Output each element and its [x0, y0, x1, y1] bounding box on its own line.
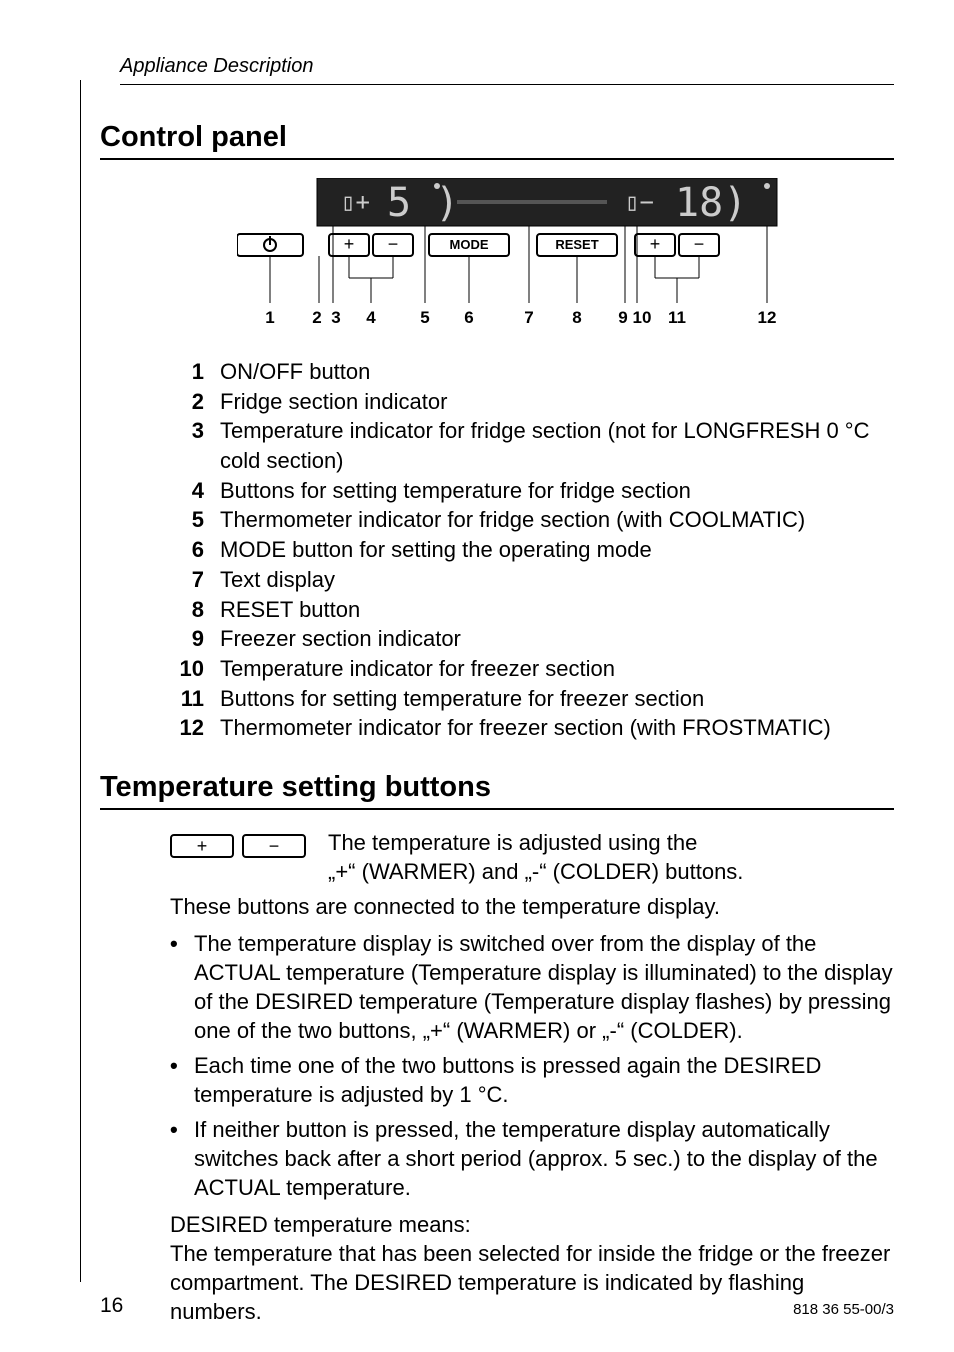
svg-text:−: − — [388, 234, 399, 254]
svg-text:10: 10 — [633, 308, 652, 327]
svg-text:+: + — [344, 234, 355, 254]
svg-text:9: 9 — [618, 308, 627, 327]
svg-text:−: − — [269, 836, 280, 856]
temp-bullet-list: The temperature display is switched over… — [170, 929, 894, 1202]
svg-text:1: 1 — [265, 308, 274, 327]
desired-heading: DESIRED temperature means: — [170, 1210, 894, 1239]
svg-text:7: 7 — [524, 308, 533, 327]
plus-minus-icon: + − — [170, 832, 310, 867]
svg-text:RESET: RESET — [555, 237, 598, 252]
list-item: The temperature display is switched over… — [170, 929, 894, 1045]
heading-control-panel: Control panel — [100, 121, 894, 160]
control-panel-diagram: ▯+ 5 ) ▯− 18) + − MODE RESET — [140, 178, 894, 343]
svg-text:MODE: MODE — [450, 237, 489, 252]
control-panel-legend: 1ON/OFF button 2Fridge section indicator… — [170, 357, 894, 743]
page-number: 16 — [100, 1294, 123, 1318]
list-item: Each time one of the two buttons is pres… — [170, 1051, 894, 1109]
document-number: 818 36 55-00/3 — [793, 1301, 894, 1318]
heading-temperature-buttons: Temperature setting buttons — [100, 771, 894, 810]
svg-text:5: 5 — [420, 308, 429, 327]
breadcrumb: Appliance Description — [120, 55, 894, 85]
svg-text:12: 12 — [758, 308, 777, 327]
svg-text:18): 18) — [675, 180, 747, 226]
svg-text:11: 11 — [668, 308, 686, 327]
svg-text:8: 8 — [572, 308, 581, 327]
svg-text:6: 6 — [464, 308, 473, 327]
temp-paragraph-1: These buttons are connected to the tempe… — [170, 892, 894, 921]
svg-text:4: 4 — [366, 308, 376, 327]
svg-text:▯−: ▯− — [625, 188, 654, 216]
svg-text:2: 2 — [312, 308, 321, 327]
temp-intro-line1: The temperature is adjusted using the — [328, 830, 697, 855]
svg-text:5 ): 5 ) — [387, 180, 459, 226]
svg-text:▯+: ▯+ — [341, 188, 370, 216]
list-item: If neither button is pressed, the temper… — [170, 1115, 894, 1202]
svg-text:3: 3 — [331, 308, 340, 327]
svg-text:+: + — [650, 234, 661, 254]
svg-text:−: − — [694, 234, 705, 254]
svg-text:+: + — [197, 836, 208, 856]
temp-intro-line2: „+“ (WARMER) and „-“ (COLDER) buttons. — [328, 859, 743, 884]
content-rule — [80, 80, 81, 1282]
